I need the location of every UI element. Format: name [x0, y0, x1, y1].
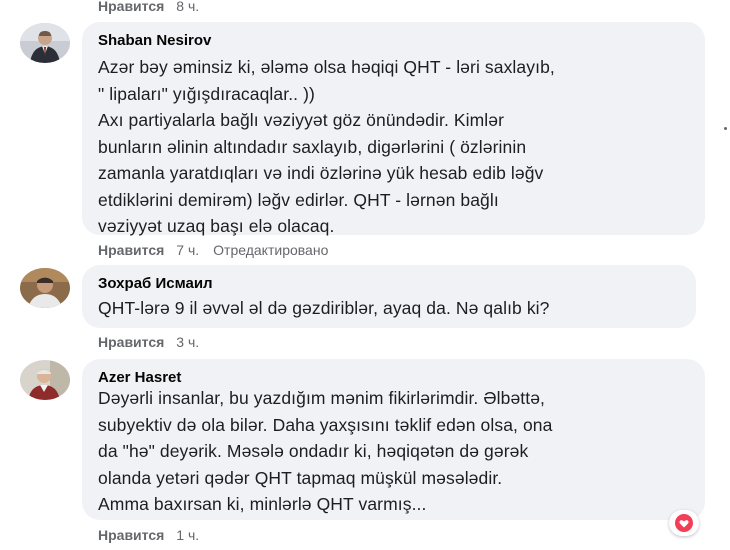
like-button[interactable]: Нравится	[98, 242, 164, 258]
heart-reaction-icon	[675, 514, 693, 532]
like-button[interactable]: Нравится	[98, 334, 164, 350]
comment-bubble: Azer Hasret Dəyərli insanlar, bu yazdığı…	[82, 359, 705, 520]
avatar[interactable]	[20, 23, 70, 63]
comment-actions: Нравится 3 ч.	[98, 334, 199, 350]
comment-actions: Нравится 1 ч.	[98, 527, 199, 543]
reaction-badge[interactable]	[669, 510, 699, 536]
avatar[interactable]	[20, 360, 70, 400]
comment-timestamp[interactable]: 1 ч.	[176, 527, 199, 543]
comment-text: Azər bəy əminsiz ki, ələmə olsa həqiqi Q…	[98, 57, 555, 236]
comment-text: Dəyərli insanlar, bu yazdığım mənim fiki…	[98, 388, 553, 514]
comment-timestamp[interactable]: 8 ч.	[176, 0, 199, 14]
comment-bubble: Зохраб Исмаил QHT-lərə 9 il əvvəl əl də …	[82, 265, 696, 328]
avatar-photo	[20, 268, 70, 308]
comment-bubble: Shaban Nesirov Azər bəy əminsiz ki, ələm…	[82, 22, 705, 236]
comment-text: QHT-lərə 9 il əvvəl əl də gəzdiriblər, a…	[98, 298, 550, 318]
avatar-photo	[20, 23, 70, 63]
more-options-dot[interactable]	[724, 127, 727, 130]
edited-label[interactable]: Отредактировано	[213, 242, 328, 258]
like-button[interactable]: Нравится	[98, 0, 164, 14]
like-button[interactable]: Нравится	[98, 527, 164, 543]
avatar-photo	[20, 360, 70, 400]
comment-actions: Нравится 7 ч. Отредактировано	[98, 242, 328, 258]
avatar[interactable]	[20, 268, 70, 308]
comment-author[interactable]: Shaban Nesirov	[98, 32, 691, 50]
comment-timestamp[interactable]: 7 ч.	[176, 242, 199, 258]
comment-actions: Нравится 8 ч.	[98, 0, 199, 14]
comment-timestamp[interactable]: 3 ч.	[176, 334, 199, 350]
comment-author[interactable]: Зохраб Исмаил	[98, 275, 682, 293]
